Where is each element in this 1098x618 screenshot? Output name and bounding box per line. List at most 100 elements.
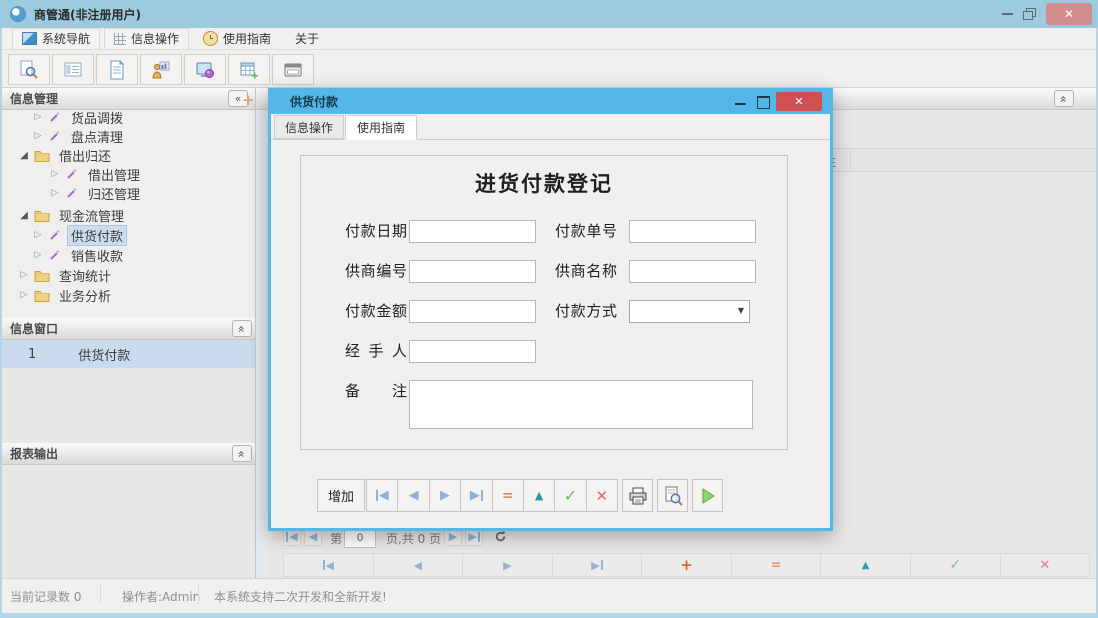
nav-delete-button[interactable]: = [732,553,822,577]
tree-item-query-stats[interactable]: ▷ 查询统计 [19,265,115,285]
tree-item-cashflow[interactable]: ◢ 现金流管理 [19,205,128,225]
folder-icon [34,289,50,302]
expander-icon[interactable]: ▷ [33,131,43,141]
menu-user-guide[interactable]: 使用指南 [193,28,281,50]
expander-icon[interactable]: ▷ [33,230,43,240]
detail-list-button[interactable] [52,54,94,85]
tree-item-business-analysis[interactable]: ▷ 业务分析 [19,285,115,305]
input-pay-amount[interactable] [409,300,536,323]
dlg-nav-post-button[interactable]: ✓ [555,479,586,512]
dlg-nav-edit-button[interactable]: ▲ [524,479,555,512]
pager-refresh-icon[interactable] [494,530,507,543]
window-card-button[interactable] [272,54,314,85]
print-button[interactable] [622,479,653,512]
tree-item-supplier-payment[interactable]: ▷ 供货付款 [33,225,127,245]
nav-next-button[interactable]: ▶ [463,553,553,577]
nav-edit-button[interactable]: ▲ [821,553,911,577]
chevron-down-icon: ▼ [738,306,744,315]
preview-button[interactable] [657,479,688,512]
content-collapse-button[interactable]: « [1054,90,1074,107]
table-add-button[interactable] [228,54,270,85]
tree-label: 借出归还 [55,145,115,166]
close-button[interactable]: ✕ [1046,3,1092,25]
expander-icon[interactable]: ◢ [19,210,29,221]
expander-icon[interactable]: ◢ [19,150,29,161]
tree-item-lend-manage[interactable]: ▷ 借出管理 [50,164,144,184]
tree-item-return-manage[interactable]: ▷ 归还管理 [50,183,144,203]
dlg-nav-first-button[interactable]: ◀ [366,479,398,512]
window-list-item[interactable]: 1 供货付款 [2,340,255,368]
tree-item-goods-transfer[interactable]: ▷ 货品调拨 [33,110,127,127]
menu-system-nav[interactable]: 系统导航 [12,28,100,50]
window-panel-collapse-button[interactable]: « [232,320,252,337]
wand-icon [65,167,79,181]
statusbar: 当前记录数 0 操作者:Admin 本系统支持二次开发和全新开发! [0,578,1098,613]
user-report-button[interactable] [140,54,182,85]
tree-item-sales-receipt[interactable]: ▷ 销售收款 [33,245,127,265]
add-record-button[interactable]: 增加 [317,479,365,512]
add-tab-icon[interactable]: + [242,91,255,109]
expander-icon[interactable]: ▷ [50,169,60,179]
menu-label: 信息操作 [131,30,179,47]
minimize-button[interactable] [1002,13,1013,15]
dlg-nav-last-button[interactable]: ▶ [461,479,492,512]
nav-post-button[interactable]: ✓ [911,553,1001,577]
list-item-label: 供货付款 [78,345,130,364]
expander-icon[interactable]: ▷ [33,250,43,260]
nav-cancel-button[interactable]: ✕ [1001,553,1091,577]
tree-label: 归还管理 [84,183,144,204]
panel-header-report: 报表输出 [2,443,255,465]
nav-first-button[interactable]: ◀ [283,553,374,577]
dialog-tab-user-guide[interactable]: 使用指南 [345,115,417,140]
expander-icon[interactable]: ▷ [19,290,29,300]
collapse-left-icon: « [235,92,242,105]
label-pay-method: 付款方式 [555,300,617,322]
dialog-close-button[interactable]: ✕ [776,92,822,111]
toolbar [0,50,1098,88]
status-divider [198,584,199,604]
nav-insert-button[interactable]: + [642,553,732,577]
input-pay-no[interactable] [629,220,756,243]
dialog-tab-info-ops[interactable]: 信息操作 [274,115,344,139]
report-panel-collapse-button[interactable]: « [232,445,252,462]
menu-label: 使用指南 [223,30,271,47]
report-panel-body [2,465,255,578]
expander-icon[interactable]: ▷ [33,112,43,122]
tree-label: 销售收款 [67,245,127,266]
menu-label: 关于 [295,30,319,47]
dlg-nav-cancel-button[interactable]: ✕ [587,479,618,512]
tree-item-lend-return[interactable]: ◢ 借出归还 [19,145,115,165]
dlg-nav-prev-button[interactable]: ◀ [398,479,429,512]
supplier-payment-dialog: 供货付款 ✕ 信息操作 使用指南 进货付款登记 付款日期 付款单号 供商编号 供… [268,88,833,531]
input-handler[interactable] [409,340,536,363]
pay-method-combobox[interactable]: ▼ [629,300,750,323]
document-button[interactable] [96,54,138,85]
sidebar-splitter[interactable] [256,110,268,578]
input-supplier-name[interactable] [629,260,756,283]
restore-button[interactable] [1023,8,1036,20]
preview-magnifier-icon [663,486,683,506]
input-remark[interactable] [409,380,753,429]
search-document-button[interactable] [8,54,50,85]
dlg-nav-next-button[interactable]: ▶ [430,479,461,512]
expander-icon[interactable]: ▷ [19,270,29,280]
menu-about[interactable]: 关于 [285,28,329,50]
menu-info-ops[interactable]: 信息操作 [104,28,189,50]
status-record-count: 当前记录数 0 [10,588,81,605]
nav-prev-button[interactable]: ◀ [374,553,464,577]
system-nav-icon [22,32,37,45]
panel-title: 报表输出 [10,445,58,462]
nav-last-button[interactable]: ▶ [553,553,643,577]
dialog-restore-button[interactable] [757,96,770,109]
wand-icon [48,228,62,242]
expander-icon[interactable]: ▷ [50,188,60,198]
input-pay-date[interactable] [409,220,536,243]
window-title: 商管通(非注册用户) [34,6,141,23]
run-button[interactable] [692,479,723,512]
screen-design-button[interactable] [184,54,226,85]
dlg-nav-delete-button[interactable]: = [493,479,524,512]
input-supplier-code[interactable] [409,260,536,283]
dialog-minimize-button[interactable] [735,103,746,105]
tree-item-stocktake[interactable]: ▷ 盘点清理 [33,126,127,146]
titlebar: 商管通(非注册用户) ✕ [0,0,1098,28]
